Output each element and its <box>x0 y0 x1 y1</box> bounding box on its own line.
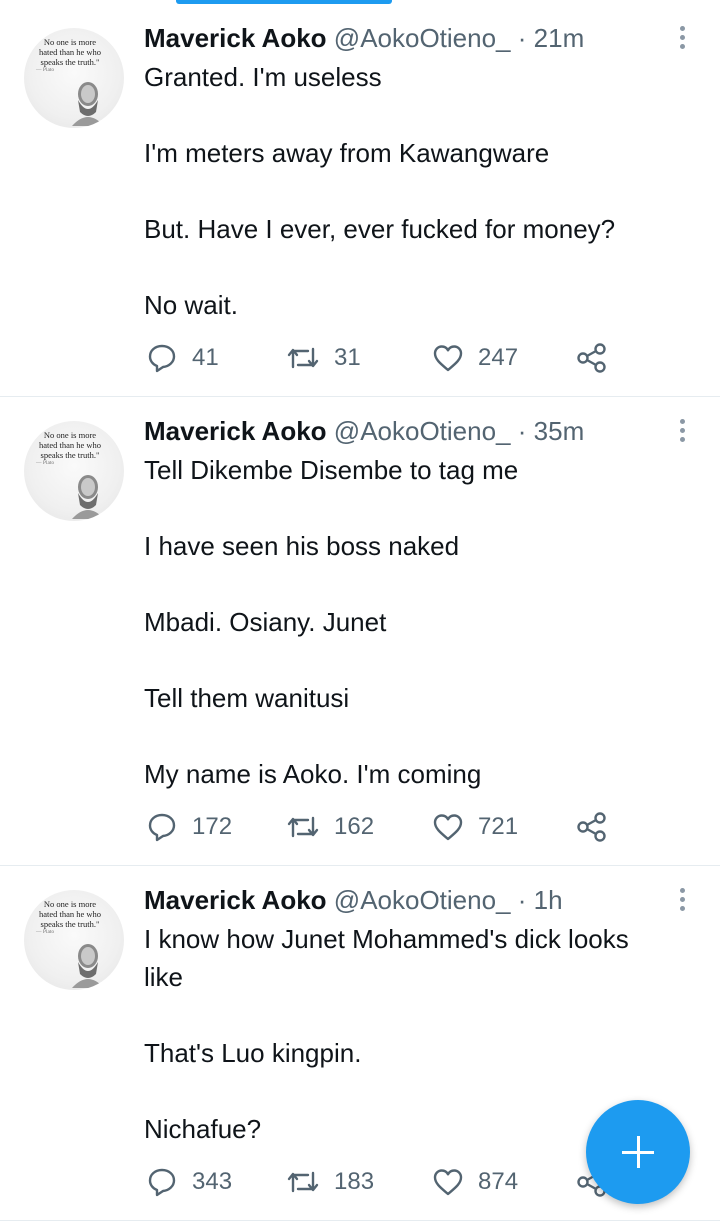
reply-icon <box>148 813 176 842</box>
plato-bust-image <box>72 82 104 126</box>
avatar[interactable]: No one is more hated than he who speaks … <box>24 421 124 521</box>
plato-bust-image <box>72 475 104 519</box>
user-handle[interactable]: @AokoOtieno_ <box>334 416 511 446</box>
reply-button[interactable]: 343 <box>146 1166 232 1198</box>
share-button[interactable] <box>576 811 608 843</box>
reply-count: 343 <box>192 1168 233 1195</box>
more-options-icon[interactable] <box>672 417 692 449</box>
tweet-text-line: I have seen his boss naked <box>144 531 460 561</box>
retweet-count: 183 <box>334 1168 375 1195</box>
reply-count: 172 <box>192 813 233 840</box>
user-handle[interactable]: @AokoOtieno_ <box>334 885 511 915</box>
tweet-text-line: That's Luo kingpin. <box>144 1038 362 1068</box>
avatar-quote: No one is more hated than he who speaks … <box>36 430 102 466</box>
tweet-text-line: But. Have I ever, ever fucked for money? <box>144 214 616 244</box>
plato-bust-image <box>72 944 104 988</box>
retweet-button[interactable]: 31 <box>286 342 361 374</box>
more-options-icon[interactable] <box>672 886 692 918</box>
avatar[interactable]: No one is more hated than he who speaks … <box>24 890 124 990</box>
retweet-icon <box>287 1171 319 1193</box>
display-name[interactable]: Maverick Aoko <box>144 885 327 915</box>
timestamp[interactable]: 21m <box>534 23 585 53</box>
tweet[interactable]: No one is more hated than he who speaks … <box>0 397 720 865</box>
separator-dot: · <box>517 416 527 446</box>
display-name[interactable]: Maverick Aoko <box>144 23 327 53</box>
share-icon <box>577 343 606 373</box>
reply-count: 41 <box>192 344 219 371</box>
tweet-header: Maverick Aoko @AokoOtieno_ · 1h <box>144 880 563 920</box>
compose-tweet-button[interactable] <box>586 1100 690 1204</box>
timestamp[interactable]: 1h <box>534 885 563 915</box>
reply-button[interactable]: 172 <box>146 811 232 843</box>
separator-dot: · <box>517 23 527 53</box>
like-button[interactable]: 874 <box>432 1166 518 1198</box>
like-count: 874 <box>478 1168 519 1195</box>
retweet-icon <box>287 347 319 369</box>
retweet-count: 162 <box>334 813 375 840</box>
reply-button[interactable]: 41 <box>146 342 219 374</box>
share-icon <box>577 812 606 842</box>
share-button[interactable] <box>576 342 608 374</box>
user-handle[interactable]: @AokoOtieno_ <box>334 23 511 53</box>
tweet-text-line: Nichafue? <box>144 1114 262 1144</box>
retweet-icon <box>287 816 319 838</box>
more-options-icon[interactable] <box>672 24 692 56</box>
like-button[interactable]: 721 <box>432 811 518 843</box>
tweet-text-line: Tell them wanitusi <box>144 683 350 713</box>
avatar[interactable]: No one is more hated than he who speaks … <box>24 28 124 128</box>
timestamp[interactable]: 35m <box>534 416 585 446</box>
tweet-text-line: Granted. I'm useless <box>144 62 382 92</box>
tweet-text-line: My name is Aoko. I'm coming <box>144 759 482 789</box>
tweet[interactable]: No one is more hated than he who speaks … <box>0 0 720 396</box>
like-button[interactable]: 247 <box>432 342 518 374</box>
tweet-divider <box>0 1220 720 1221</box>
retweet-count: 31 <box>334 344 361 371</box>
like-icon <box>433 814 463 841</box>
reply-icon <box>148 1168 176 1197</box>
avatar-quote: No one is more hated than he who speaks … <box>36 37 102 73</box>
reply-icon <box>148 344 176 373</box>
retweet-button[interactable]: 183 <box>286 1166 374 1198</box>
tweet-text-line: like <box>144 962 184 992</box>
tweet-header: Maverick Aoko @AokoOtieno_ · 21m <box>144 18 584 58</box>
like-count: 247 <box>478 344 519 371</box>
tweet-text-line: I know how Junet Mohammed's dick looks <box>144 924 629 954</box>
display-name[interactable]: Maverick Aoko <box>144 416 327 446</box>
separator-dot: · <box>517 885 527 915</box>
tweet-header: Maverick Aoko @AokoOtieno_ · 35m <box>144 411 584 451</box>
like-icon <box>433 1169 463 1196</box>
like-count: 721 <box>478 813 519 840</box>
like-icon <box>433 345 463 372</box>
tweet-text-line: I'm meters away from Kawangware <box>144 138 550 168</box>
retweet-button[interactable]: 162 <box>286 811 374 843</box>
tweet-text-line: No wait. <box>144 290 238 320</box>
avatar-quote: No one is more hated than he who speaks … <box>36 899 102 935</box>
tweet-text-line: Tell Dikembe Disembe to tag me <box>144 455 519 485</box>
tweet-text-line: Mbadi. Osiany. Junet <box>144 607 387 637</box>
